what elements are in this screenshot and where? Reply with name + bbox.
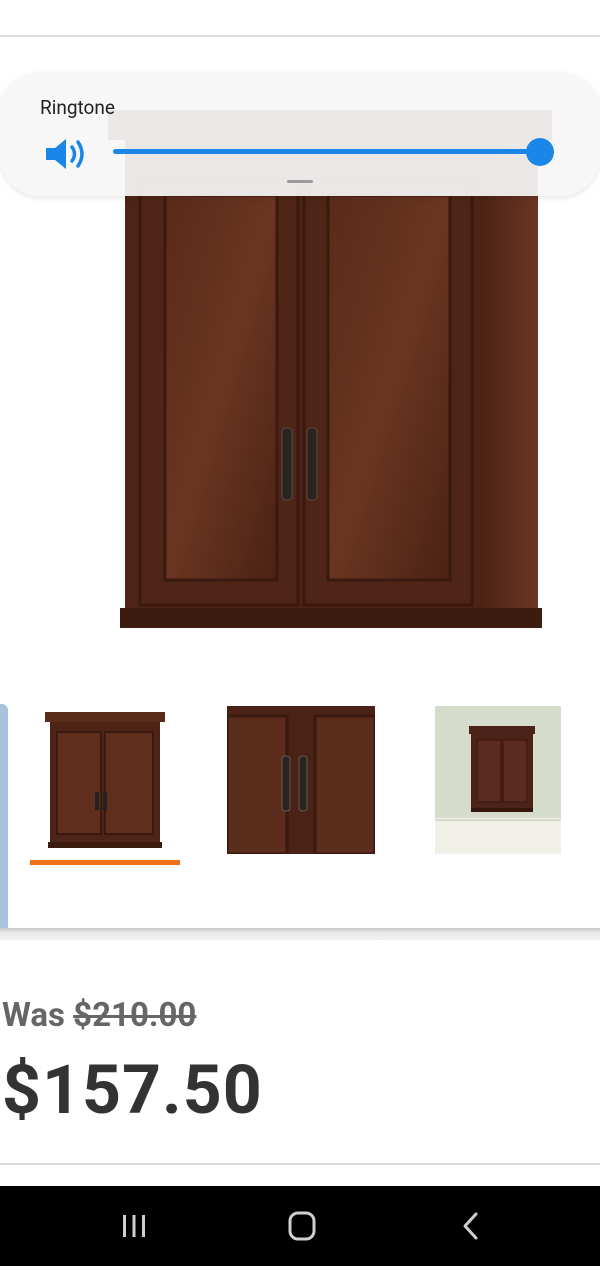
system-navigation-bar	[0, 1186, 600, 1266]
volume-slider[interactable]	[113, 138, 554, 166]
volume-slider-fill	[113, 138, 554, 166]
volume-slider-thumb[interactable]	[526, 138, 554, 166]
back-icon[interactable]	[452, 1210, 492, 1242]
thumbnail-scroll-indicator	[0, 704, 8, 932]
volume-panel: Ringtone	[0, 72, 600, 196]
current-price: $157.50	[2, 1050, 263, 1130]
thumbnail-strip	[0, 704, 600, 932]
section-divider	[0, 928, 600, 940]
recent-apps-icon[interactable]	[114, 1210, 154, 1242]
selected-thumbnail-indicator	[30, 860, 180, 865]
was-label: Was	[2, 996, 65, 1035]
cabinet-front-thumb[interactable]	[45, 712, 165, 852]
was-price: Was $210.00	[2, 996, 196, 1035]
panel-expand-handle[interactable]	[287, 180, 313, 183]
home-icon[interactable]	[282, 1210, 322, 1242]
volume-title: Ringtone	[40, 96, 115, 119]
cabinet-handles-closeup-thumb[interactable]	[227, 706, 375, 854]
original-price: $210.00	[73, 996, 197, 1035]
top-divider	[0, 35, 600, 37]
bottom-divider	[0, 1163, 600, 1165]
speaker-volume-icon[interactable]	[44, 136, 90, 172]
cabinet-on-wall-thumb[interactable]	[435, 706, 561, 854]
